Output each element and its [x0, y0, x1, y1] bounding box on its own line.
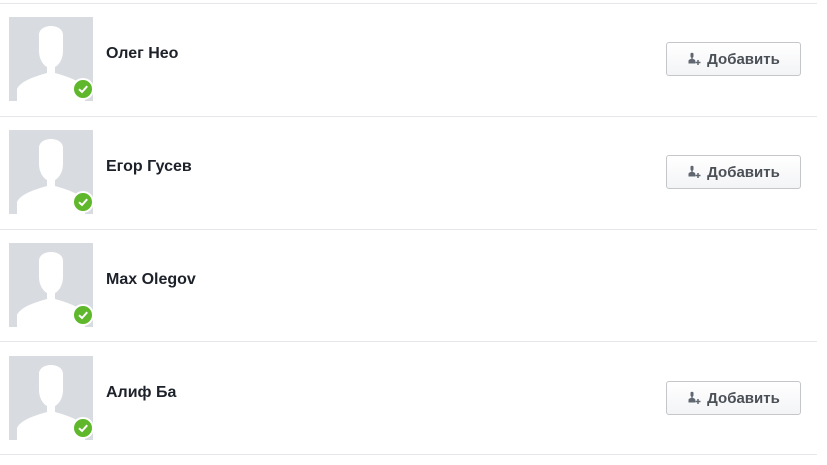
add-friend-icon	[688, 165, 701, 178]
friend-name[interactable]: Олег Нео	[106, 45, 178, 63]
friend-row: Max Olegov	[0, 226, 827, 338]
friend-row: Егор Гусев Добавить	[0, 113, 827, 225]
add-friend-button[interactable]: Добавить	[666, 42, 801, 76]
friend-name[interactable]: Max Olegov	[106, 271, 196, 289]
friend-row: Алиф Ба Добавить	[0, 339, 827, 451]
add-friend-label: Добавить	[707, 389, 780, 407]
friend-name[interactable]: Егор Гусев	[106, 158, 192, 176]
friend-row: Олег Нео Добавить	[0, 0, 827, 112]
online-status-icon	[72, 78, 94, 100]
add-friend-label: Добавить	[707, 163, 780, 181]
add-friend-label: Добавить	[707, 50, 780, 68]
add-friend-button[interactable]: Добавить	[666, 155, 801, 189]
friend-list: Олег Нео Добавить Егор Гусев Добавить Ma…	[0, 0, 827, 465]
add-friend-icon	[688, 52, 701, 65]
friend-name[interactable]: Алиф Ба	[106, 384, 176, 402]
online-status-icon	[72, 417, 94, 439]
divider	[0, 454, 817, 455]
add-friend-button[interactable]: Добавить	[666, 381, 801, 415]
online-status-icon	[72, 304, 94, 326]
add-friend-icon	[688, 391, 701, 404]
online-status-icon	[72, 191, 94, 213]
